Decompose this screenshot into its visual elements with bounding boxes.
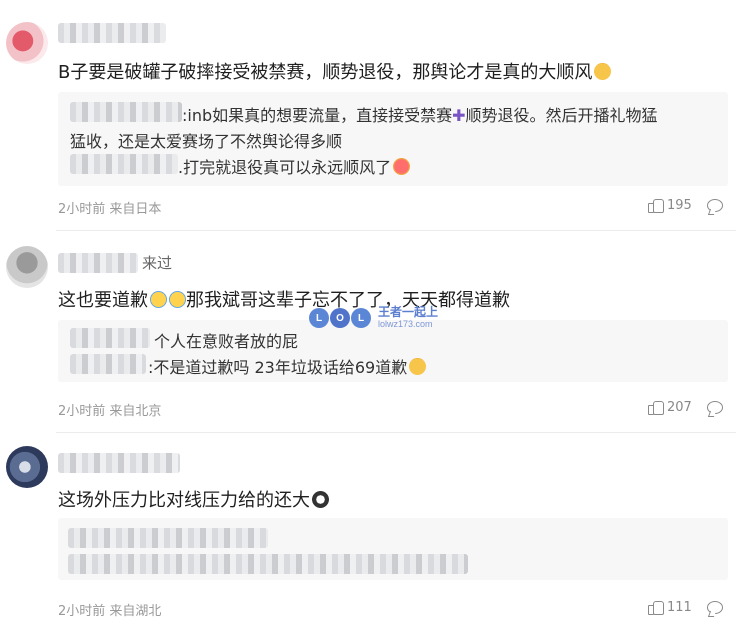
shocked-emoji-icon	[312, 491, 329, 508]
reply-text: :inb如果真的想要流量，直接接受禁赛	[182, 106, 453, 125]
reply-box: :inb如果真的想要流量，直接接受禁赛✚顺势退役。然后开播礼物猛 猛收，还是太爱…	[58, 92, 728, 186]
reply-text: 个人在意败者放的屁	[154, 332, 299, 351]
reply-2[interactable]: :不是道过歉吗 23年垃圾话给69道歉	[70, 354, 427, 378]
comment-text: 这也要道歉 那我斌哥这辈子忘不了了，天天都得道歉	[58, 286, 510, 312]
reply-blur	[68, 528, 268, 548]
reply-1[interactable]: :inb如果真的想要流量，直接接受禁赛✚顺势退役。然后开播礼物猛	[70, 102, 658, 126]
comment-body: 这场外压力比对线压力给的还大	[58, 490, 310, 511]
thumbs-up-icon	[648, 198, 664, 213]
reply-1-cont: 猛收，还是太爱赛场了不然舆论得多顺	[70, 132, 343, 151]
comment-time: 2小时前 来自北京	[58, 404, 162, 419]
plus-icon: ✚	[452, 106, 466, 125]
reply-1[interactable]: 个人在意败者放的屁	[70, 328, 298, 352]
reply-name-blur	[70, 328, 150, 348]
smile-emoji-icon	[594, 63, 612, 80]
reply-comment-icon[interactable]	[707, 601, 723, 614]
reply-2[interactable]: .打完就退役真可以永远顺风了	[70, 154, 411, 178]
reply-name-blur	[70, 354, 146, 374]
thumbs-up-icon	[648, 400, 664, 415]
comment-body: B子要是破罐子破摔接受被禁赛，顺势退役，那舆论才是真的大顺风	[58, 62, 593, 83]
reply-box	[58, 518, 728, 580]
comment-username[interactable]	[58, 22, 168, 43]
watermark-text: 王者一起上 lolwz173.com	[378, 306, 438, 330]
like-count: 207	[667, 400, 692, 415]
site-watermark: L O L 王者一起上 lolwz173.com	[309, 303, 438, 333]
username-text: 来过	[142, 254, 173, 272]
comment-1: B子要是破罐子破摔接受被禁赛，顺势退役，那舆论才是真的大顺风 :inb如果真的想…	[0, 0, 744, 228]
like-count: 111	[667, 600, 692, 615]
avatar[interactable]	[6, 246, 48, 288]
username-blur	[58, 253, 138, 273]
comment-time: 2小时前 来自湖北	[58, 604, 162, 619]
smile-emoji-icon	[409, 358, 427, 375]
username-blur	[58, 453, 180, 473]
watermark-letter: L	[309, 308, 329, 328]
reply-comment-icon[interactable]	[707, 199, 723, 212]
comment-username[interactable]: 来过	[58, 252, 188, 273]
laugh-cry-emoji-icon	[169, 291, 186, 308]
comment-time: 2小时前 来自日本	[58, 202, 162, 217]
reply-text: :不是道过歉吗 23年垃圾话给69道歉	[148, 358, 408, 377]
watermark-letter: O	[330, 308, 350, 328]
grin-emoji-icon	[393, 158, 411, 175]
comment-body: 这也要道歉	[58, 290, 148, 311]
watermark-letter: L	[351, 308, 371, 328]
like-count: 195	[667, 198, 692, 213]
comment-username[interactable]	[58, 452, 188, 473]
comment-3: 这场外压力比对线压力给的还大 2小时前 来自湖北 111	[0, 432, 744, 628]
laugh-cry-emoji-icon	[150, 291, 167, 308]
username-blur	[58, 23, 166, 43]
reply-text: .打完就退役真可以永远顺风了	[178, 158, 392, 177]
watermark-brand: 王者一起上	[378, 305, 439, 319]
comment-text: 这场外压力比对线压力给的还大	[58, 486, 329, 512]
thumbs-up-icon	[648, 600, 664, 615]
reply-blur	[68, 554, 468, 574]
avatar[interactable]	[6, 446, 48, 488]
reply-name-blur	[70, 102, 182, 122]
reply-text-2: 顺势退役。然后开播礼物猛	[465, 106, 658, 125]
avatar[interactable]	[6, 22, 48, 64]
like-button[interactable]: 195	[648, 198, 692, 213]
watermark-url: lolwz173.com	[378, 319, 433, 329]
reply-name-blur	[70, 154, 178, 174]
like-button[interactable]: 111	[648, 600, 692, 615]
reply-comment-icon[interactable]	[707, 401, 723, 414]
comment-text: B子要是破罐子破摔接受被禁赛，顺势退役，那舆论才是真的大顺风	[58, 58, 612, 84]
like-button[interactable]: 207	[648, 400, 692, 415]
